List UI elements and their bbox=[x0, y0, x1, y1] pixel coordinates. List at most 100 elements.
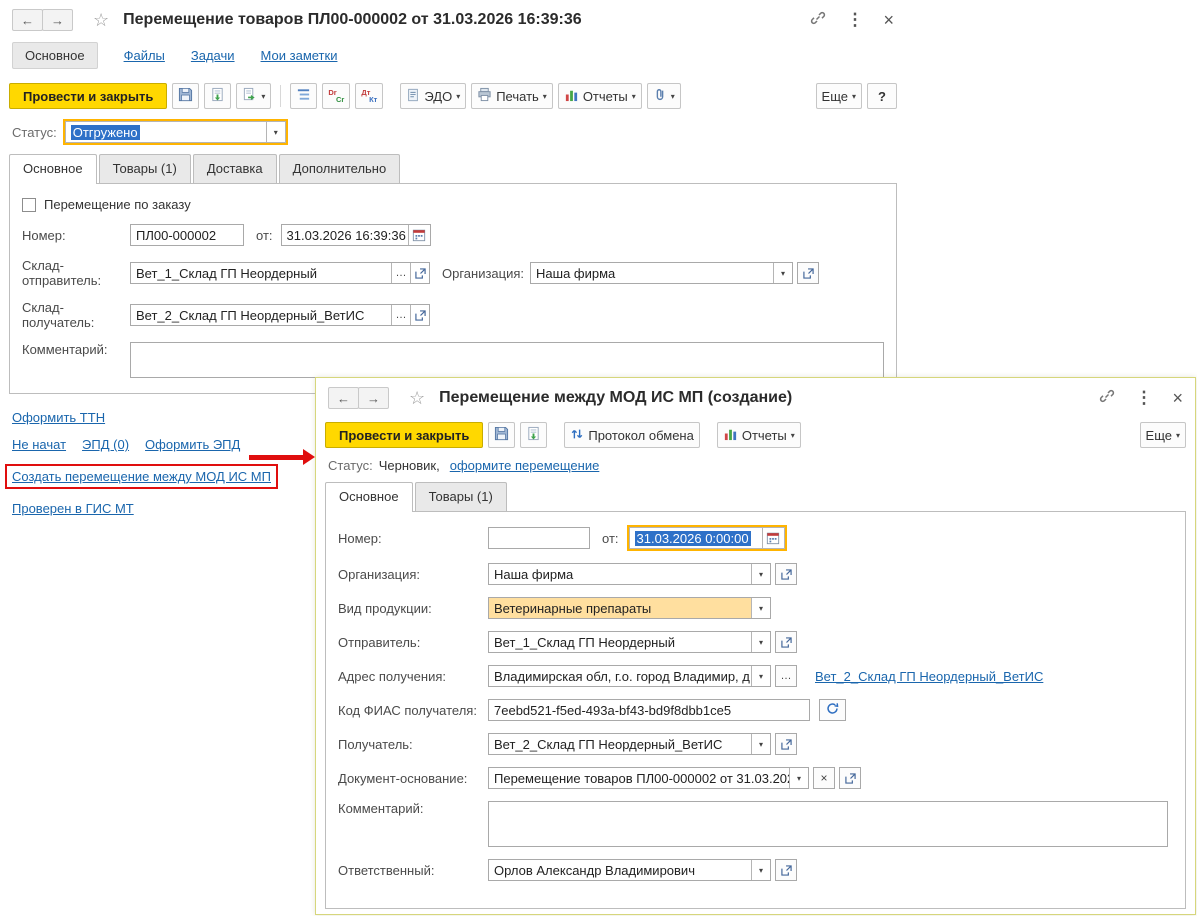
edo-button[interactable]: ЭДО ▾ bbox=[400, 83, 467, 109]
receiver-open-icon[interactable] bbox=[775, 733, 797, 755]
responsible-open-icon[interactable] bbox=[775, 859, 797, 881]
more-button[interactable]: Еще ▾ bbox=[815, 83, 862, 109]
organization-input[interactable]: Наша фирма bbox=[531, 263, 773, 283]
ellipsis-icon[interactable]: … bbox=[391, 305, 410, 325]
sender-open-icon[interactable] bbox=[775, 631, 797, 653]
product-kind-input[interactable]: Ветеринарные препараты bbox=[489, 598, 751, 618]
link-gis-mt-check[interactable]: Проверен в ГИС МТ bbox=[12, 501, 134, 516]
organization-open-icon[interactable] bbox=[797, 262, 820, 284]
address-ellipsis-button[interactable]: … bbox=[775, 665, 797, 687]
comment-input[interactable] bbox=[488, 801, 1168, 847]
forward-button[interactable]: → bbox=[42, 9, 73, 31]
transfer-by-order-checkbox[interactable] bbox=[22, 197, 36, 212]
address-input[interactable]: Владимирская обл, г.о. город Владимир, д… bbox=[489, 666, 751, 686]
dropdown-icon[interactable]: ▾ bbox=[751, 734, 770, 754]
edo-label: ЭДО bbox=[424, 88, 453, 104]
forward-button[interactable]: → bbox=[358, 387, 389, 409]
number-row: Номер: от: 31.03.2026 0:00:00 bbox=[338, 525, 1173, 551]
attached-files-button[interactable]: ▾ bbox=[646, 83, 681, 109]
nav-tab-files[interactable]: Файлы bbox=[124, 48, 165, 63]
transfer-by-order-label: Перемещение по заказу bbox=[44, 197, 191, 212]
tab-additional[interactable]: Дополнительно bbox=[278, 154, 401, 183]
link-epd-status[interactable]: Не начат bbox=[12, 437, 66, 452]
reports-button[interactable]: Отчеты ▾ bbox=[557, 83, 642, 109]
status-action-link[interactable]: оформите перемещение bbox=[450, 458, 600, 473]
calendar-icon[interactable] bbox=[761, 528, 784, 548]
date-input[interactable]: 31.03.2026 16:39:36 bbox=[282, 225, 408, 245]
tab-goods[interactable]: Товары (1) bbox=[98, 154, 191, 183]
link-epd[interactable]: ЭПД (0) bbox=[82, 437, 129, 452]
dropdown-icon[interactable]: ▾ bbox=[773, 263, 793, 283]
app-canvas: ← → ☆ Перемещение товаров ПЛ00-000002 от… bbox=[0, 0, 1197, 916]
titlebar: ← → ☆ Перемещение между МОД ИС МП (созда… bbox=[316, 378, 1195, 418]
create-based-on-button[interactable]: ▾ bbox=[236, 83, 272, 109]
dropdown-icon[interactable]: ▾ bbox=[751, 666, 770, 686]
more-menu-icon[interactable]: ⋮ bbox=[1135, 389, 1152, 406]
status-dropdown-icon[interactable]: ▾ bbox=[265, 122, 285, 142]
dropdown-icon[interactable]: ▾ bbox=[789, 768, 808, 788]
date-input[interactable]: 31.03.2026 0:00:00 bbox=[634, 530, 751, 546]
dropdown-icon[interactable]: ▾ bbox=[751, 632, 770, 652]
more-menu-icon[interactable]: ⋮ bbox=[846, 11, 863, 28]
fias-input[interactable]: 7eebd521-f5ed-493a-bf43-bd9f8dbb1ce5 bbox=[489, 700, 809, 720]
refresh-fias-button[interactable] bbox=[819, 699, 846, 721]
tab-goods[interactable]: Товары (1) bbox=[414, 482, 507, 511]
back-button[interactable]: ← bbox=[328, 387, 359, 409]
help-button[interactable]: ? bbox=[867, 83, 897, 109]
post-document-button[interactable] bbox=[520, 422, 548, 448]
number-input[interactable]: ПЛ00-000002 bbox=[131, 225, 243, 245]
reports-button[interactable]: Отчеты ▾ bbox=[716, 422, 801, 448]
receiver-warehouse-input[interactable]: Вет_2_Склад ГП Неордерный_ВетИС bbox=[131, 305, 391, 325]
print-button[interactable]: Печать ▾ bbox=[471, 83, 553, 109]
save-icon bbox=[178, 87, 193, 105]
link-create-epd[interactable]: Оформить ЭПД bbox=[145, 437, 240, 452]
dr-cr-postings-button[interactable]: Dr Cr bbox=[322, 83, 351, 109]
back-button[interactable]: ← bbox=[12, 9, 43, 31]
post-and-close-button[interactable]: Провести и закрыть bbox=[325, 422, 484, 448]
favorite-star-icon[interactable]: ☆ bbox=[409, 388, 425, 409]
status-value: Черновик, bbox=[378, 458, 440, 473]
sender-input[interactable]: Вет_1_Склад ГП Неордерный bbox=[489, 632, 751, 652]
exchange-protocol-button[interactable]: Протокол обмена bbox=[564, 422, 700, 448]
link-create-mod-transfer[interactable]: Создать перемещение между МОД ИС МП bbox=[12, 469, 271, 484]
status-field[interactable]: Отгружено ▾ bbox=[62, 119, 288, 145]
link-create-ttn[interactable]: Оформить ТТН bbox=[12, 410, 105, 425]
nav-tab-notes[interactable]: Мои заметки bbox=[261, 48, 338, 63]
tab-delivery[interactable]: Доставка bbox=[192, 154, 277, 183]
tab-main[interactable]: Основное bbox=[325, 482, 413, 512]
address-warehouse-link[interactable]: Вет_2_Склад ГП Неордерный_ВетИС bbox=[815, 669, 1043, 684]
organization-input[interactable]: Наша фирма bbox=[489, 564, 751, 584]
order-row: Перемещение по заказу bbox=[22, 197, 884, 212]
responsible-input[interactable]: Орлов Александр Владимирович bbox=[489, 860, 751, 880]
tab-main[interactable]: Основное bbox=[9, 154, 97, 184]
close-icon[interactable]: × bbox=[1172, 389, 1183, 407]
save-button[interactable] bbox=[172, 83, 200, 109]
more-button[interactable]: Еще ▾ bbox=[1139, 422, 1186, 448]
dt-kt-postings-button[interactable]: Дт Кт bbox=[355, 83, 384, 109]
post-and-close-button[interactable]: Провести и закрыть bbox=[9, 83, 168, 109]
get-link-icon[interactable] bbox=[810, 10, 826, 30]
open-icon[interactable] bbox=[410, 305, 429, 325]
ellipsis-icon[interactable]: … bbox=[391, 263, 410, 283]
dropdown-icon[interactable]: ▾ bbox=[751, 860, 770, 880]
open-icon[interactable] bbox=[410, 263, 429, 283]
save-button[interactable] bbox=[488, 422, 516, 448]
get-link-icon[interactable] bbox=[1099, 388, 1115, 408]
sender-warehouse-input[interactable]: Вет_1_Склад ГП Неордерный bbox=[131, 263, 391, 283]
nav-tab-main[interactable]: Основное bbox=[12, 42, 98, 69]
dropdown-icon[interactable]: ▾ bbox=[751, 564, 770, 584]
base-document-input[interactable]: Перемещение товаров ПЛ00-000002 от 31.03… bbox=[489, 768, 789, 788]
close-icon[interactable]: × bbox=[883, 11, 894, 29]
favorite-star-icon[interactable]: ☆ bbox=[93, 10, 109, 31]
nav-tab-tasks[interactable]: Задачи bbox=[191, 48, 235, 63]
clear-icon[interactable]: × bbox=[813, 767, 835, 789]
comment-input[interactable] bbox=[130, 342, 884, 378]
organization-open-icon[interactable] bbox=[775, 563, 797, 585]
post-document-button[interactable] bbox=[204, 83, 232, 109]
document-structure-button[interactable] bbox=[290, 83, 318, 109]
number-input[interactable] bbox=[489, 528, 589, 548]
calendar-icon[interactable] bbox=[407, 225, 430, 245]
receiver-input[interactable]: Вет_2_Склад ГП Неордерный_ВетИС bbox=[489, 734, 751, 754]
dropdown-icon[interactable]: ▾ bbox=[751, 598, 770, 618]
base-document-open-icon[interactable] bbox=[839, 767, 861, 789]
